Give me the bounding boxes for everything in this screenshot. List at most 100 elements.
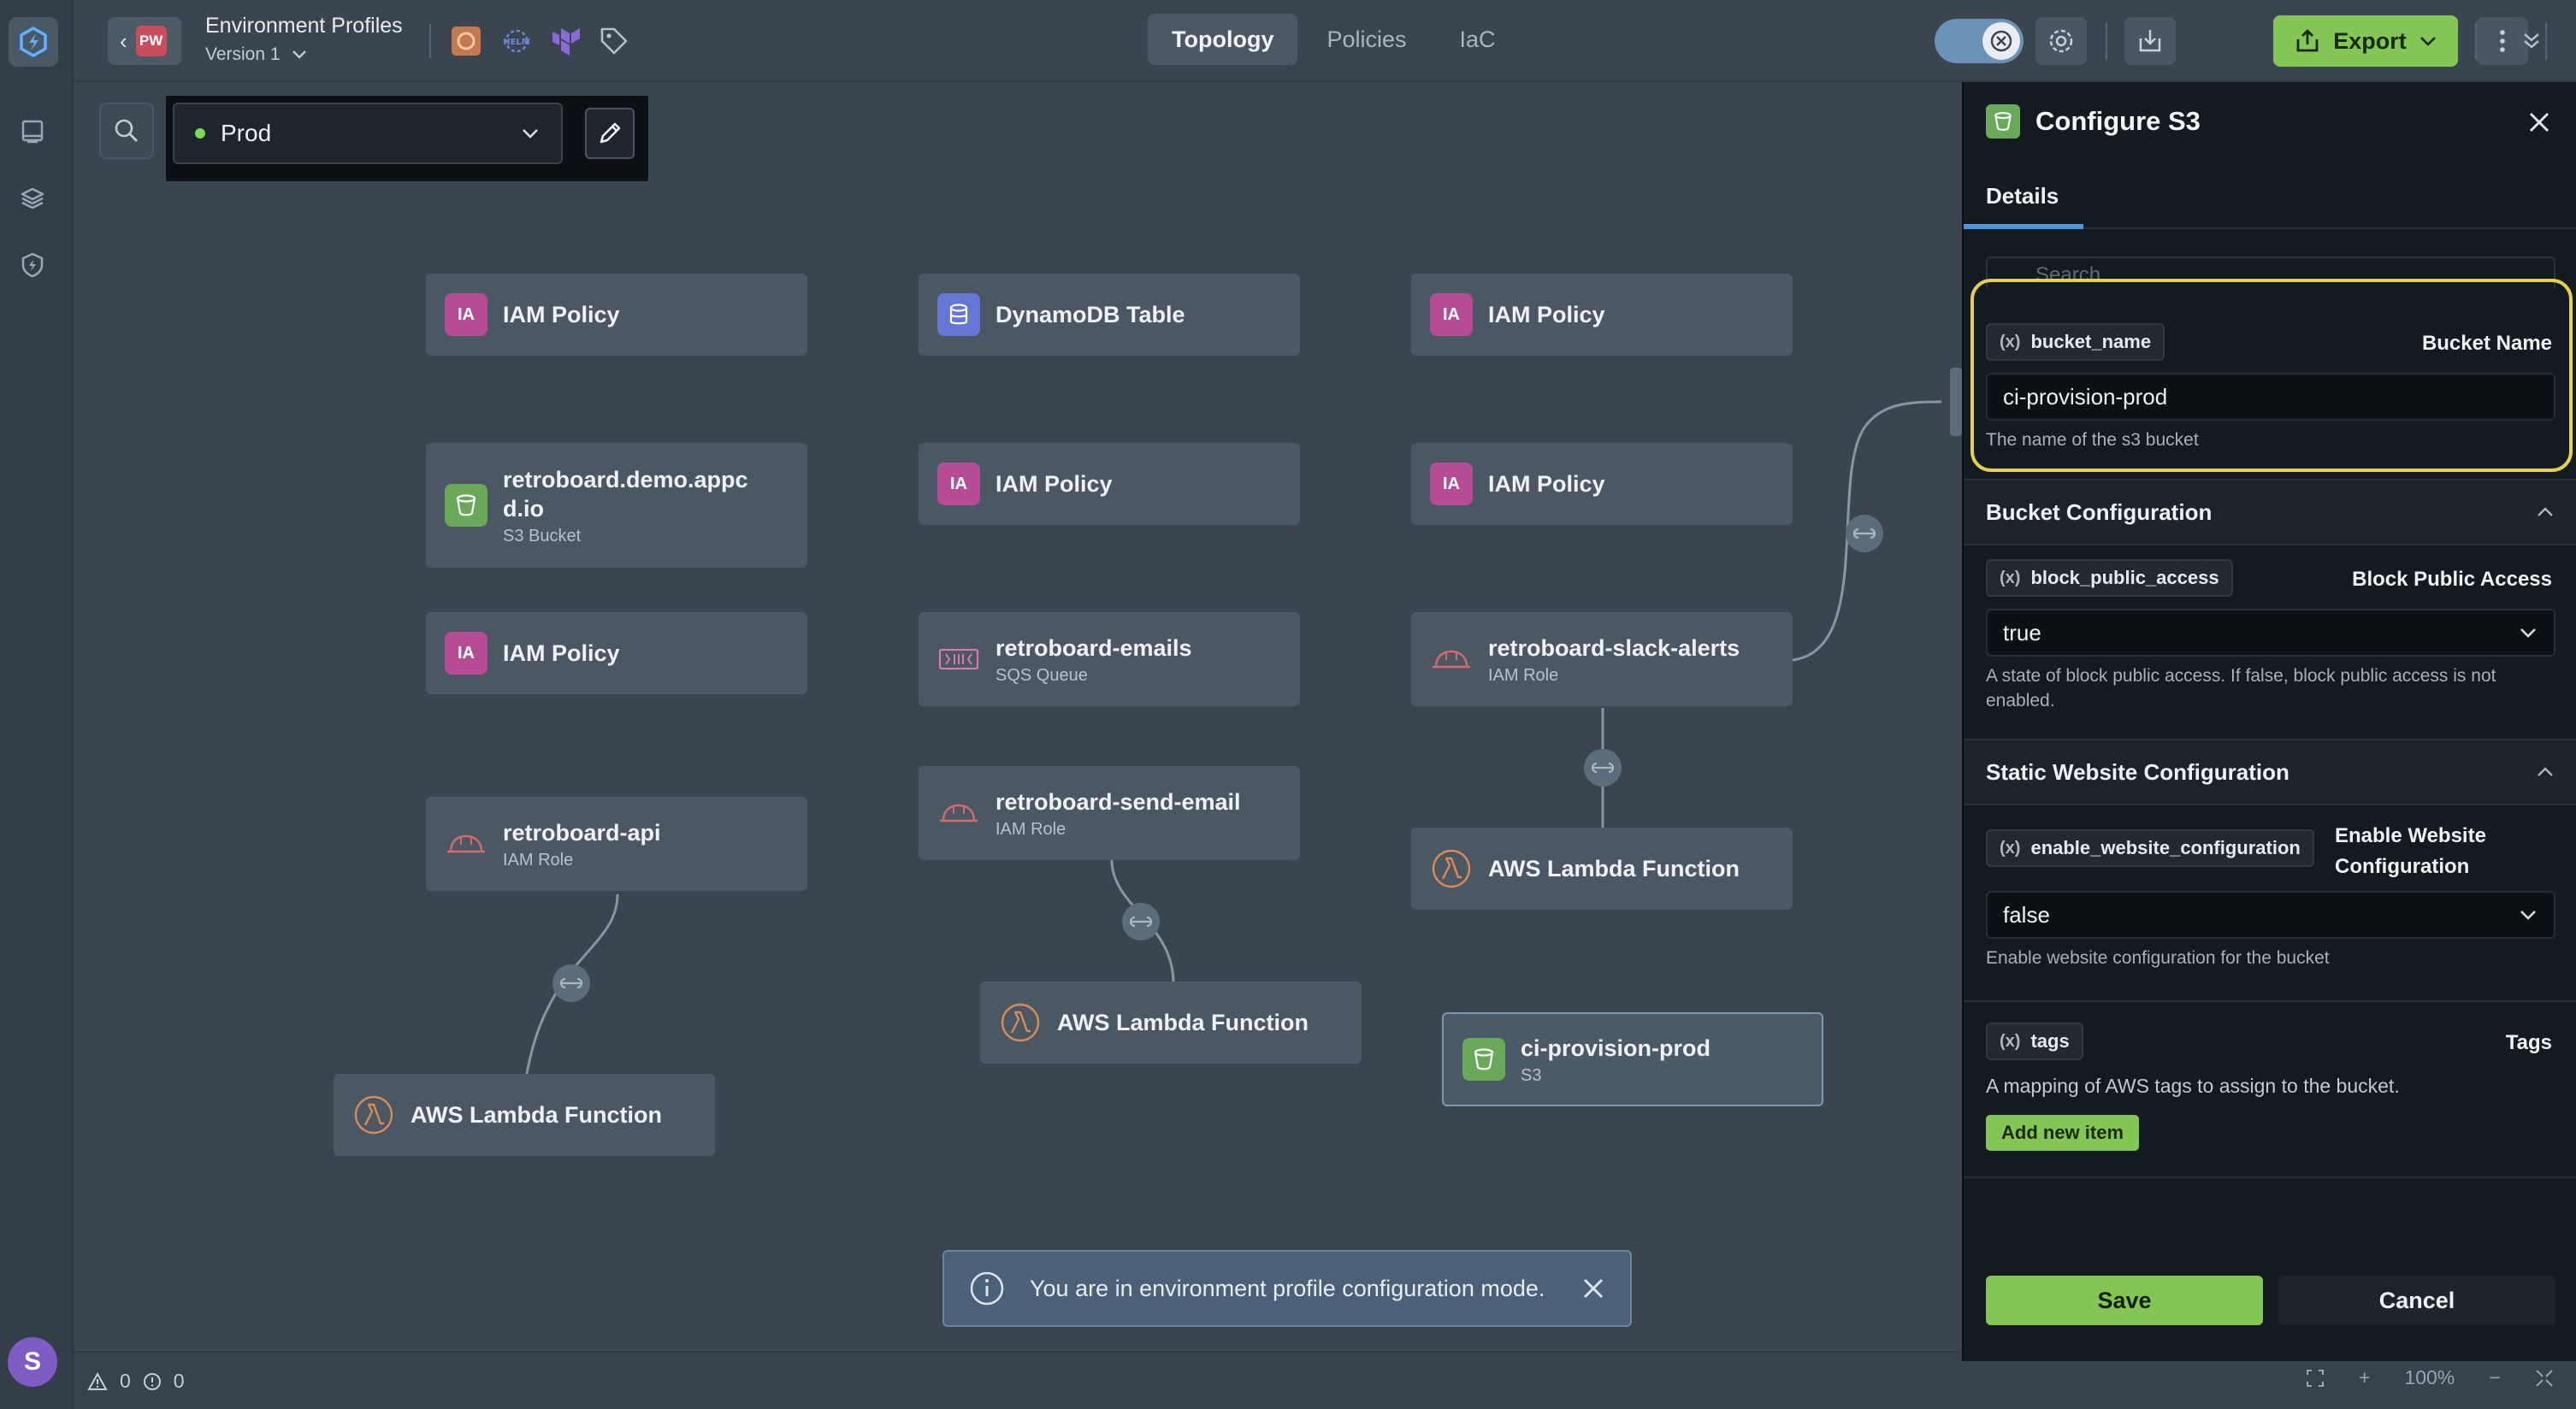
settings-button[interactable] bbox=[2035, 17, 2087, 65]
collapse-button[interactable] bbox=[2520, 29, 2544, 53]
save-button[interactable]: Save bbox=[1986, 1276, 2263, 1325]
enable-website-configuration-select[interactable]: false bbox=[1986, 891, 2555, 939]
variable-name: block_public_access bbox=[2030, 567, 2219, 588]
panel-header: Configure S3 bbox=[1986, 104, 2201, 139]
import-icon bbox=[2139, 30, 2161, 52]
field-label: Block Public Access bbox=[2352, 568, 2552, 591]
input-value: ci-provision-prod bbox=[2003, 383, 2168, 410]
node-iam-policy[interactable]: IA IAM Policy bbox=[426, 612, 807, 694]
node-subtitle: IAM Role bbox=[1488, 665, 1559, 685]
node-iam-role[interactable]: retroboard-api IAM Role bbox=[426, 797, 807, 891]
divider bbox=[1964, 1000, 2576, 1002]
zoom-level: 100% bbox=[2404, 1366, 2455, 1388]
kebab-icon bbox=[2500, 30, 2505, 52]
field-label-line: Configuration bbox=[2335, 855, 2470, 878]
iam-policy-icon: IA bbox=[1430, 463, 1473, 505]
node-iam-policy[interactable]: IA IAM Policy bbox=[1411, 274, 1793, 356]
chevron-down-icon bbox=[2419, 37, 2436, 46]
node-title: IAM Policy bbox=[1488, 302, 1605, 327]
warning-count: 0 bbox=[120, 1370, 131, 1392]
block-public-access-select[interactable]: true bbox=[1986, 609, 2555, 657]
node-iam-policy[interactable]: IA IAM Policy bbox=[919, 443, 1300, 525]
field-label: Enable Website Configuration bbox=[2335, 821, 2486, 882]
role-helmet-icon bbox=[937, 792, 980, 834]
close-icon bbox=[2529, 112, 2549, 133]
variable-chip-bucket-name[interactable]: (x) bucket_name bbox=[1986, 323, 2165, 361]
panel-tabs: Details bbox=[1964, 174, 2576, 229]
select-value: false bbox=[2003, 901, 2050, 928]
active-tab-indicator bbox=[1964, 224, 2083, 229]
section-title: Bucket Configuration bbox=[1986, 498, 2213, 525]
zoom-out-button[interactable]: − bbox=[2489, 1366, 2500, 1389]
fit-view-icon[interactable] bbox=[2306, 1369, 2325, 1388]
bucket-icon bbox=[1986, 104, 2020, 139]
problem-counts[interactable]: 0 0 bbox=[87, 1370, 185, 1393]
variable-name: tags bbox=[2030, 1030, 2070, 1052]
collapsed-node-handle[interactable] bbox=[1950, 368, 1962, 436]
node-lambda-function[interactable]: AWS Lambda Function bbox=[980, 982, 1362, 1064]
bucket-name-input[interactable]: ci-provision-prod bbox=[1986, 373, 2555, 421]
chevron-up-icon bbox=[2538, 507, 2553, 516]
node-title: ci-provision-prod bbox=[1521, 1035, 1710, 1061]
zoom-in-button[interactable]: + bbox=[2359, 1366, 2370, 1389]
variable-icon: (x) bbox=[2000, 332, 2021, 351]
bucket-icon bbox=[445, 484, 487, 527]
node-iam-role[interactable]: retroboard-slack-alerts IAM Role bbox=[1411, 612, 1793, 706]
node-iam-role[interactable]: retroboard-send-email IAM Role bbox=[919, 766, 1300, 860]
field-label-line: Enable Website bbox=[2335, 824, 2486, 847]
variable-chip-enable-website-configuration[interactable]: (x) enable_website_configuration bbox=[1986, 829, 2314, 867]
import-button[interactable] bbox=[2124, 17, 2176, 65]
sqs-icon bbox=[937, 638, 980, 681]
node-lambda-function[interactable]: AWS Lambda Function bbox=[1411, 828, 1793, 910]
node-iam-policy[interactable]: IA IAM Policy bbox=[1411, 443, 1793, 525]
dynamodb-icon bbox=[937, 293, 980, 336]
node-title: retroboard-api bbox=[503, 819, 661, 846]
chevron-down-icon bbox=[2520, 911, 2536, 920]
field-label: Bucket Name bbox=[2421, 332, 2552, 355]
node-sqs-queue[interactable]: retroboard-emails SQS Queue bbox=[919, 612, 1300, 706]
node-title: retroboard-slack-alerts bbox=[1488, 634, 1740, 661]
node-title: DynamoDB Table bbox=[996, 302, 1185, 327]
tab-details[interactable]: Details bbox=[1986, 183, 2059, 209]
variable-icon: (x) bbox=[2000, 1031, 2021, 1051]
double-chevron-down-icon bbox=[2524, 33, 2539, 49]
section-static-website-configuration[interactable]: Static Website Configuration bbox=[1964, 739, 2576, 805]
node-lambda-function[interactable]: AWS Lambda Function bbox=[334, 1074, 715, 1156]
node-subtitle: SQS Queue bbox=[996, 665, 1088, 685]
configure-panel: Configure S3 Details Search (x) bucket_n… bbox=[1962, 82, 2576, 1361]
node-title: IAM Policy bbox=[503, 640, 620, 666]
info-icon bbox=[970, 1271, 1004, 1306]
node-s3-bucket[interactable]: retroboard.demo.appcd.io S3 Bucket bbox=[426, 443, 807, 568]
node-title: AWS Lambda Function bbox=[1057, 1010, 1309, 1035]
variable-chip-block-public-access[interactable]: (x) block_public_access bbox=[1986, 559, 2233, 597]
close-icon[interactable] bbox=[1580, 1276, 1606, 1301]
variable-chip-tags[interactable]: (x) tags bbox=[1986, 1023, 2083, 1060]
node-title: IAM Policy bbox=[503, 302, 620, 327]
close-panel-button[interactable] bbox=[2528, 111, 2550, 133]
node-title: IAM Policy bbox=[1488, 471, 1605, 497]
export-label: Export bbox=[2333, 27, 2407, 54]
field-help: Enable website configuration for the buc… bbox=[1986, 948, 2330, 968]
settings-icon bbox=[2049, 29, 2073, 53]
role-helmet-icon bbox=[445, 822, 487, 865]
zoom-controls: + 100% − bbox=[2306, 1366, 2554, 1389]
section-bucket-configuration[interactable]: Bucket Configuration bbox=[1964, 479, 2576, 545]
upload-icon bbox=[2296, 29, 2319, 52]
field-help: The name of the s3 bucket bbox=[1986, 430, 2199, 450]
iam-policy-icon: IA bbox=[445, 293, 487, 336]
node-dynamodb-table[interactable]: DynamoDB Table bbox=[919, 274, 1300, 356]
node-title: retroboard-send-email bbox=[996, 788, 1241, 815]
node-subtitle: S3 bbox=[1521, 1065, 1542, 1085]
iam-policy-icon: IA bbox=[445, 632, 487, 675]
add-new-item-button[interactable]: Add new item bbox=[1986, 1115, 2140, 1151]
field-help: A state of block public access. If false… bbox=[1986, 666, 2496, 710]
chevron-down-icon bbox=[2520, 628, 2536, 638]
lambda-icon bbox=[999, 1001, 1042, 1044]
node-title: retroboard-emails bbox=[996, 634, 1192, 661]
fullscreen-icon[interactable] bbox=[2535, 1369, 2554, 1388]
node-subtitle: S3 Bucket bbox=[503, 526, 582, 545]
cancel-button[interactable]: Cancel bbox=[2278, 1276, 2555, 1325]
node-s3-selected[interactable]: ci-provision-prod S3 bbox=[1442, 1012, 1823, 1106]
export-button[interactable]: Export bbox=[2273, 15, 2458, 67]
node-iam-policy[interactable]: IA IAM Policy bbox=[426, 274, 807, 356]
